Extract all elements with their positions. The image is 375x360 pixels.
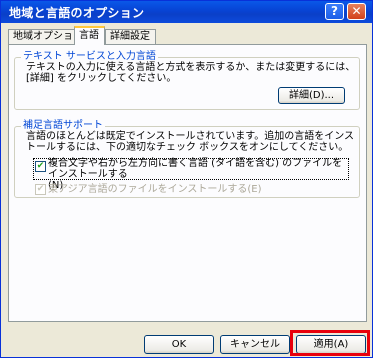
window-title: 地域と言語のオプション	[9, 6, 145, 20]
close-button[interactable]: ✕	[347, 3, 366, 20]
complex-script-checkbox[interactable]: ✔	[35, 161, 46, 172]
tab-languages[interactable]: 言語	[74, 26, 105, 45]
supplemental-description: 言語のほとんどは既定でインストールされています。追加の言語をインストールするには…	[26, 131, 354, 153]
ok-button[interactable]: OK	[144, 335, 214, 354]
cancel-button[interactable]: キャンセル	[220, 335, 290, 354]
text-services-description: テキストの入力に使える言語と方式を表示するか、または変更するには、[詳細] をク…	[26, 62, 356, 84]
tab-advanced[interactable]: 詳細設定	[105, 29, 156, 44]
details-button[interactable]: 詳細(D)...	[278, 87, 345, 104]
title-bar[interactable]: 地域と言語のオプション ? ✕	[1, 1, 372, 23]
east-asian-label[interactable]: 東アジア言語のファイルをインストールする(E)	[48, 184, 262, 195]
dialog-window: 地域と言語のオプション ? ✕ 地域オプション 言語 詳細設定 テキスト サービ…	[0, 0, 373, 358]
help-button[interactable]: ?	[325, 3, 344, 20]
highlight-box	[290, 330, 370, 356]
east-asian-checkbox[interactable]: ✔	[35, 184, 46, 195]
complex-script-label-line1: 複合文字や右から左方向に書く言語 (タイ語を含む) のファイルをインストールする	[48, 158, 343, 180]
tab-regional-options[interactable]: 地域オプション	[8, 29, 83, 44]
